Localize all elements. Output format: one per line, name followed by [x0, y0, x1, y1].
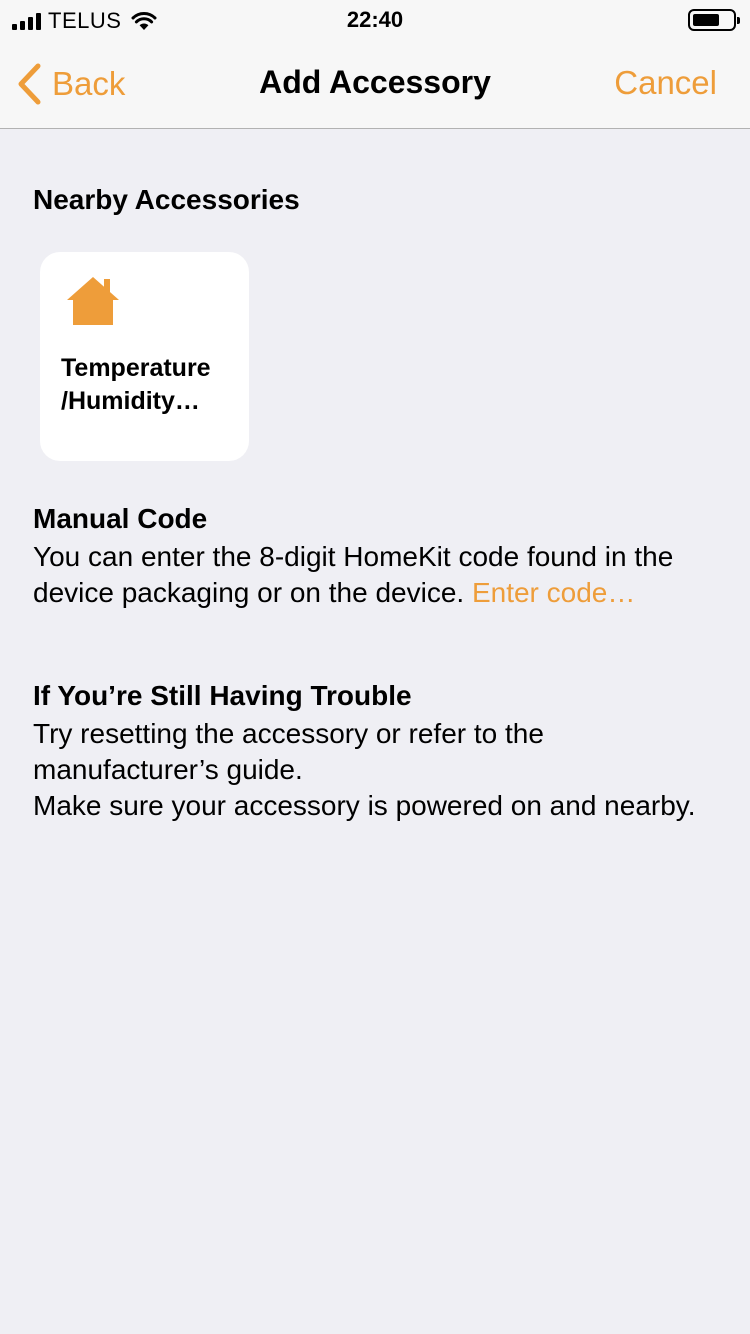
trouble-description: Try resetting the accessory or refer to … [33, 716, 723, 824]
cancel-button[interactable]: Cancel [614, 64, 717, 102]
chevron-left-icon [18, 63, 41, 105]
home-icon [67, 277, 119, 325]
enter-code-link[interactable]: Enter code… [472, 577, 635, 608]
navigation-bar: Back Add Accessory Cancel [0, 40, 750, 129]
nearby-accessories-heading: Nearby Accessories [33, 184, 300, 215]
trouble-heading: If You’re Still Having Trouble [33, 680, 412, 711]
back-label: Back [52, 65, 126, 102]
accessory-tile[interactable]: Temperature /Humidity… [40, 252, 249, 461]
back-button[interactable]: Back [16, 62, 125, 106]
manual-code-description: You can enter the 8-digit HomeKit code f… [33, 539, 723, 611]
trouble-line-2: Make sure your accessory is powered on a… [33, 790, 696, 821]
manual-code-heading: Manual Code [33, 503, 208, 534]
battery-icon [688, 9, 740, 31]
status-time: 22:40 [346, 7, 404, 32]
accessory-name: Temperature /Humidity… [61, 354, 211, 415]
status-bar: TELUS 22:40 [0, 0, 750, 40]
trouble-line-1: Try resetting the accessory or refer to … [33, 718, 544, 785]
